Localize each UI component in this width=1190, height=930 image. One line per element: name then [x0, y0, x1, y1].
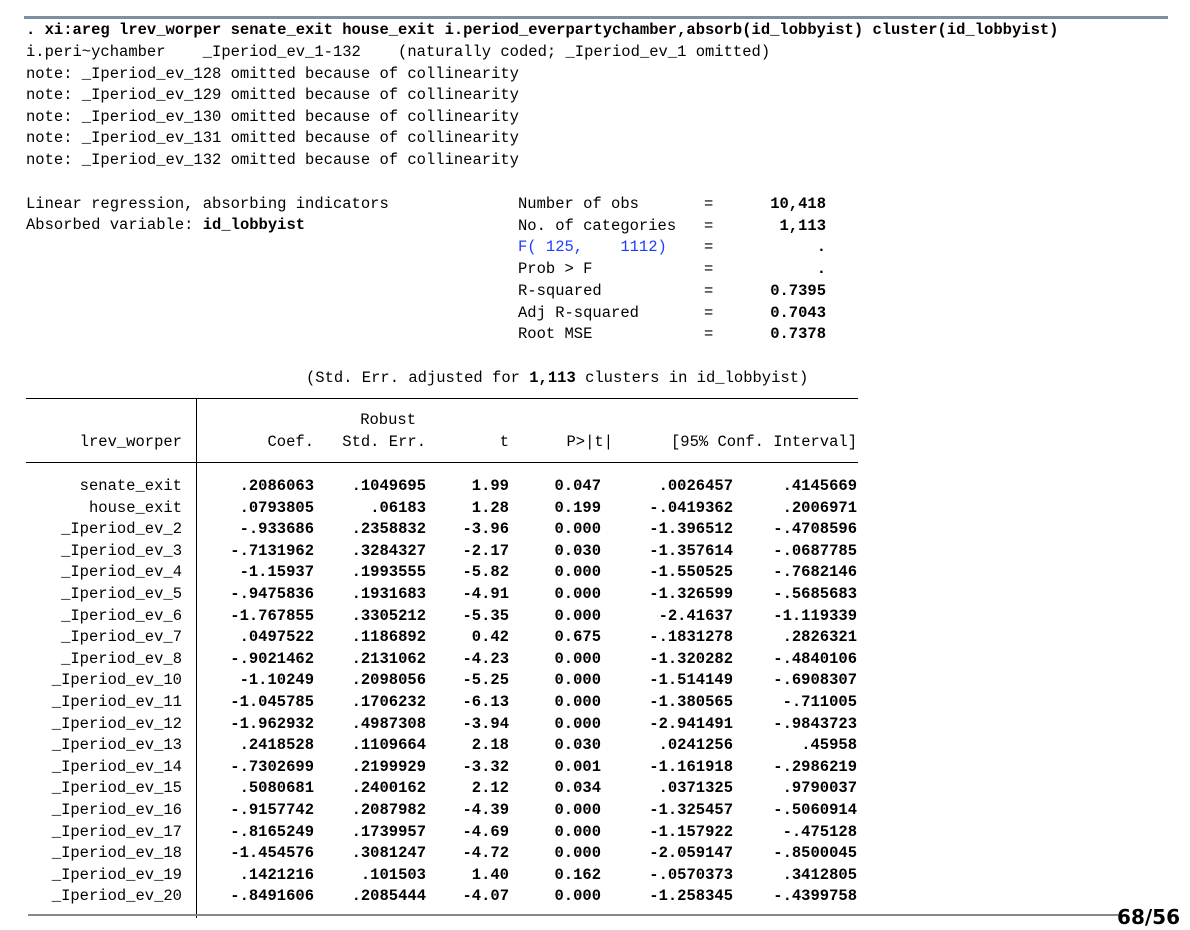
table-top-rule	[26, 398, 858, 399]
collinearity-note: note: _Iperiod_ev_130 omitted because of…	[26, 107, 519, 126]
row-variable: _Iperiod_ev_18	[51, 844, 182, 863]
cell-hi: -.711005	[782, 693, 857, 711]
cell-hi: -.7682146	[773, 563, 857, 582]
page-footer-rule	[28, 914, 1118, 916]
stata-command: . xi:areg lrev_worper senate_exit house_…	[26, 21, 1059, 39]
table-vertical-rule	[196, 398, 197, 918]
collinearity-note: note: _Iperiod_ev_128 omitted because of…	[26, 64, 519, 83]
cell-hi: -1.119339	[773, 606, 857, 625]
row-variable: _Iperiod_ev_8	[61, 649, 182, 668]
cell-hi: .4145669	[782, 477, 857, 495]
header-robust: Robust	[360, 411, 416, 429]
row-variable: _Iperiod_ev_2	[61, 520, 182, 539]
cell-hi: -.5060914	[773, 801, 857, 819]
stat-equals: =	[704, 325, 714, 344]
row-variable: house_exit	[88, 498, 182, 517]
model-title: Linear regression, absorbing indicators	[26, 195, 389, 213]
row-variable: _Iperiod_ev_3	[61, 541, 182, 560]
stat-value: .	[816, 238, 826, 257]
stat-label: Adj R-squared	[518, 303, 639, 322]
cell-hi: -.475128	[782, 822, 857, 841]
stat-equals: =	[704, 303, 714, 322]
cell-hi: -.4708596	[773, 520, 857, 539]
stat-equals: =	[704, 260, 714, 279]
cell-hi: -.8500045	[773, 844, 857, 863]
table-header-rule	[26, 462, 858, 463]
collinearity-note: note: _Iperiod_ev_132 omitted because of…	[26, 151, 519, 169]
cell-hi: -.4399758	[773, 887, 857, 906]
page-number: 68/56	[1117, 905, 1180, 929]
stat-equals: =	[704, 281, 714, 300]
stat-value: .	[816, 260, 826, 279]
cell-hi: .9790037	[782, 779, 857, 798]
stat-label: Prob > F	[518, 260, 593, 279]
row-variable: _Iperiod_ev_13	[51, 736, 182, 755]
cell-hi: -.5685683	[773, 585, 857, 603]
row-variable: _Iperiod_ev_12	[51, 714, 182, 733]
header-depvar: lrev_worper	[79, 433, 182, 451]
stat-equals: =	[704, 216, 714, 235]
row-variable: _Iperiod_ev_4	[61, 563, 182, 582]
row-variable: senate_exit	[79, 477, 182, 495]
stat-label: Number of obs	[518, 195, 639, 213]
cell-hi: .3412805	[782, 865, 857, 884]
header-p: P>|t|	[566, 433, 613, 451]
absorbed-label: Absorbed variable:	[26, 216, 203, 234]
stat-label: No. of categories	[518, 216, 677, 235]
stat-equals: =	[704, 195, 714, 213]
row-variable: _Iperiod_ev_11	[51, 693, 182, 711]
absorbed-variable-line: Absorbed variable: id_lobbyist	[26, 215, 305, 236]
cluster-note-prefix: (Std. Err. adjusted for	[306, 369, 530, 387]
row-variable: _Iperiod_ev_7	[61, 628, 182, 647]
row-variable: _Iperiod_ev_17	[51, 822, 182, 841]
row-variable: _Iperiod_ev_6	[61, 606, 182, 625]
header-conf-interval: [95% Conf. Interval]	[670, 433, 857, 451]
row-variable: _Iperiod_ev_15	[51, 779, 182, 798]
cell-hi: -.4840106	[773, 649, 857, 668]
row-variable: _Iperiod_ev_20	[51, 887, 182, 906]
cell-hi: -.0687785	[773, 541, 857, 560]
row-variable: _Iperiod_ev_19	[51, 865, 182, 884]
cell-hi: .45958	[801, 736, 857, 755]
stat-value: 0.7043	[770, 303, 826, 322]
stat-value: 10,418	[770, 195, 826, 213]
stat-value: 0.7395	[770, 281, 826, 300]
cluster-note: (Std. Err. adjusted for 1,113 clusters i…	[306, 368, 808, 389]
stat-equals: =	[704, 238, 714, 257]
collinearity-note: note: _Iperiod_ev_131 omitted because of…	[26, 129, 519, 148]
cluster-note-suffix: clusters in id_lobbyist)	[575, 369, 809, 387]
stat-label: F( 125, 1112)	[518, 238, 667, 257]
cell-hi: -.2986219	[773, 757, 857, 776]
row-variable: _Iperiod_ev_10	[51, 671, 182, 690]
row-variable: _Iperiod_ev_16	[51, 801, 182, 819]
cell-hi: -.6908307	[773, 671, 857, 690]
stat-value: 1,113	[779, 216, 826, 235]
cell-hi: -.9843723	[773, 714, 857, 733]
stat-value: 0.7378	[770, 325, 826, 344]
collinearity-note: note: _Iperiod_ev_129 omitted because of…	[26, 86, 519, 105]
absorbed-var: id_lobbyist	[202, 216, 306, 234]
stat-label: R-squared	[518, 281, 602, 300]
expansion-note: i.peri~ychamber _Iperiod_ev_1-132 (natur…	[26, 43, 771, 61]
output-top-rule	[24, 16, 1168, 19]
row-variable: _Iperiod_ev_14	[51, 757, 182, 776]
stat-label: Root MSE	[518, 325, 593, 344]
cluster-count: 1,113	[529, 369, 576, 387]
cell-hi: .2006971	[782, 498, 857, 517]
cell-hi: .2826321	[782, 628, 857, 647]
truncated-next-row	[26, 908, 866, 918]
row-variable: _Iperiod_ev_5	[61, 585, 182, 603]
